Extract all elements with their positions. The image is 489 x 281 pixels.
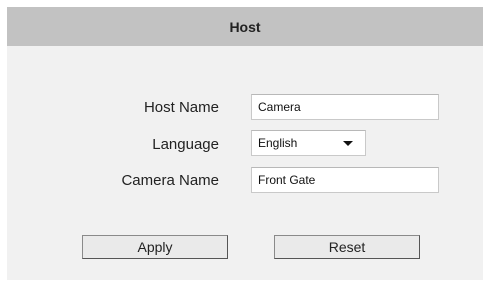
host-settings-panel: Host Host Name Language English Camera N… — [7, 7, 483, 280]
apply-button[interactable]: Apply — [82, 235, 228, 259]
host-name-input[interactable] — [251, 94, 439, 120]
language-selected-value: English — [258, 136, 298, 150]
camera-name-label: Camera Name — [121, 172, 219, 189]
camera-name-input[interactable] — [251, 167, 439, 193]
panel-title: Host — [229, 18, 261, 35]
reset-button[interactable]: Reset — [274, 235, 420, 259]
host-name-label: Host Name — [143, 99, 219, 116]
chevron-down-icon — [343, 141, 353, 146]
language-select[interactable]: English — [251, 130, 366, 156]
language-label: Language — [152, 136, 219, 153]
panel-header: Host — [7, 7, 483, 46]
